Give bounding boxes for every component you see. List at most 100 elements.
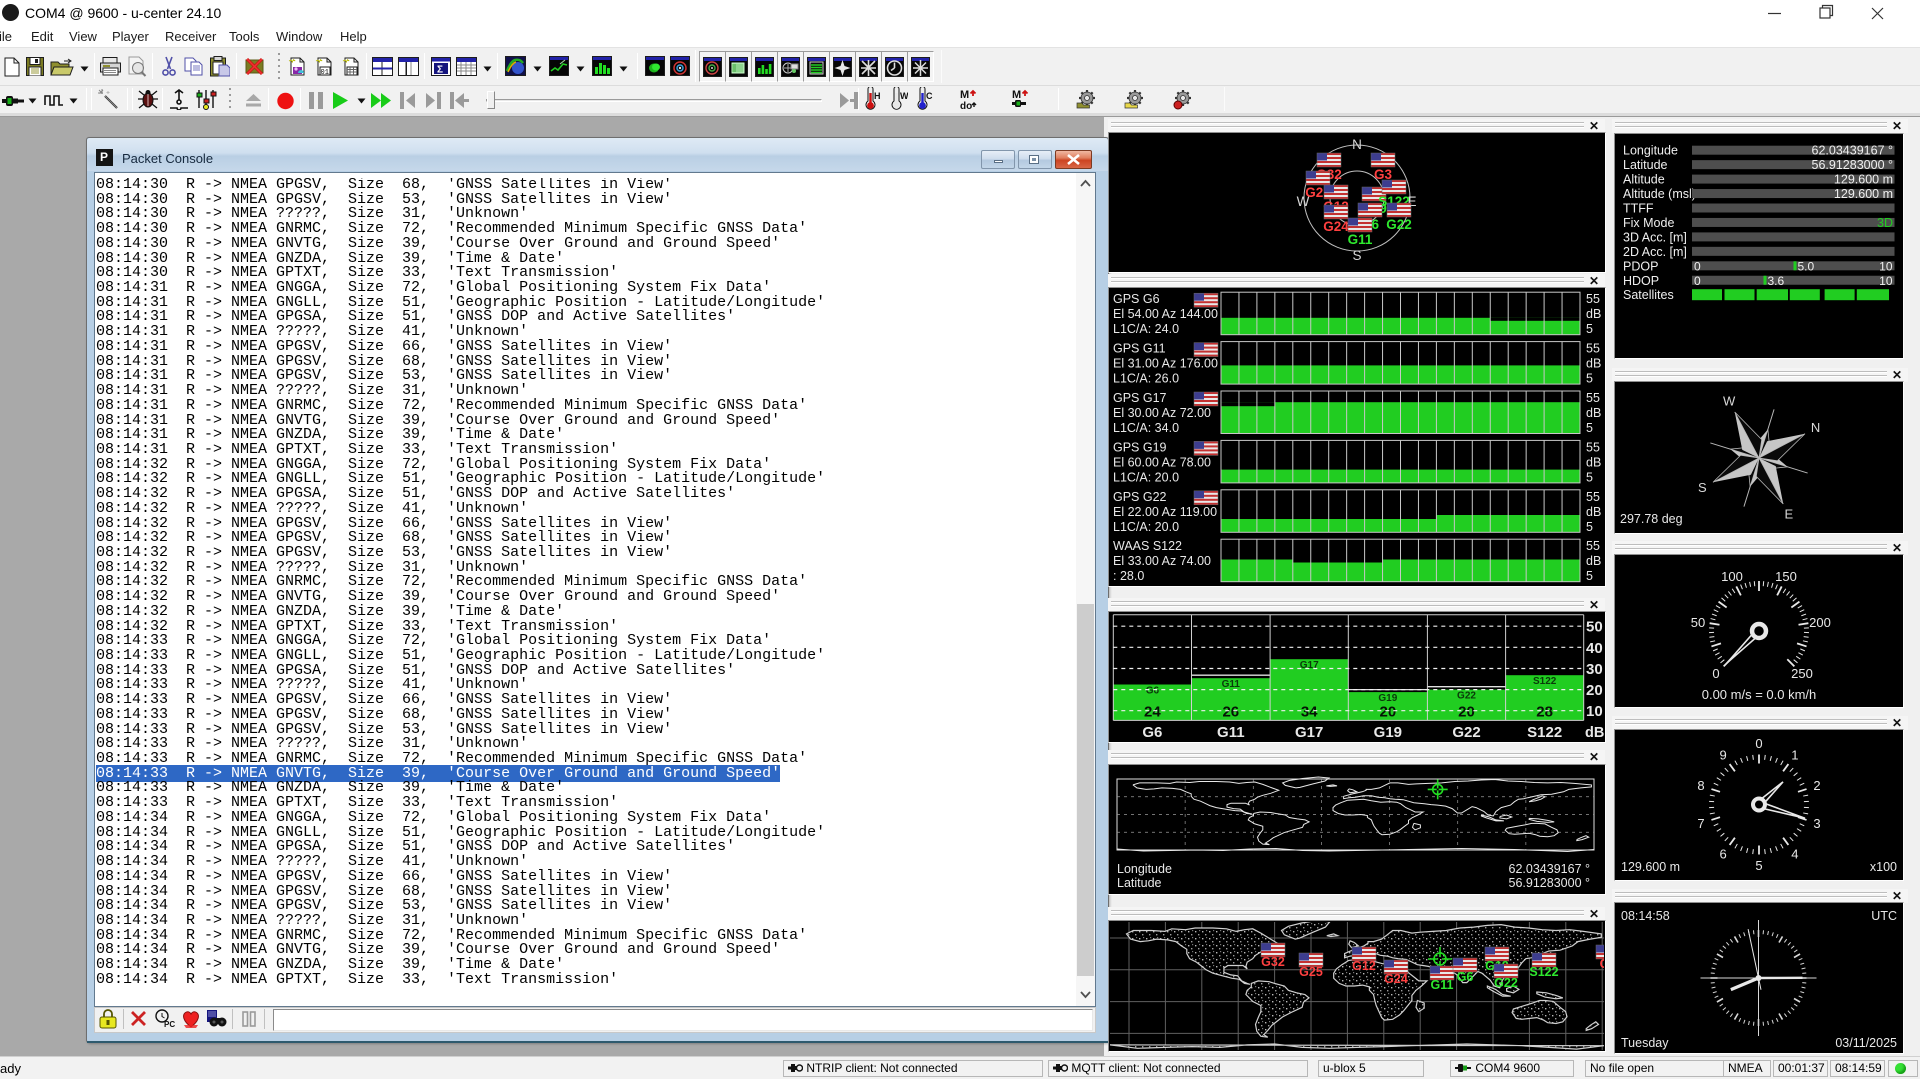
svg-text:30: 30	[1586, 661, 1603, 678]
svg-text:Longitude: Longitude	[1117, 862, 1172, 876]
svg-text:G6: G6	[1142, 724, 1162, 741]
svg-text:El 60.00 Az 78.00: El 60.00 Az 78.00	[1113, 455, 1211, 469]
svg-text:5: 5	[1586, 470, 1593, 484]
svg-text:55: 55	[1586, 440, 1600, 454]
svg-text:G22: G22	[1452, 724, 1480, 741]
svg-text:3: 3	[1813, 816, 1820, 831]
svg-text:129.600 m: 129.600 m	[1834, 187, 1893, 201]
svg-text:10: 10	[1879, 259, 1893, 273]
svg-text:L1C/A: 20.0: L1C/A: 20.0	[1113, 520, 1179, 534]
svg-text:dB: dB	[1586, 406, 1601, 420]
svg-text:55: 55	[1586, 292, 1600, 306]
svg-text:M: M	[1012, 89, 1021, 101]
svg-text:S: S	[1352, 248, 1361, 263]
svg-text:5: 5	[1586, 421, 1593, 435]
svg-text:El 30.00 Az 72.00: El 30.00 Az 72.00	[1113, 406, 1211, 420]
svg-text:0: 0	[1694, 259, 1701, 273]
svg-text:L1C/A: 20.0: L1C/A: 20.0	[1113, 470, 1179, 484]
svg-text:55: 55	[1586, 391, 1600, 405]
svg-text:S122: S122	[1529, 965, 1558, 979]
svg-text:20: 20	[1586, 682, 1603, 699]
svg-text:WAAS S122: WAAS S122	[1113, 539, 1182, 553]
svg-text:34: 34	[1301, 704, 1318, 721]
svg-text:3D: 3D	[1877, 216, 1893, 230]
svg-text:G22: G22	[1386, 217, 1412, 232]
svg-text:Latitude: Latitude	[1623, 158, 1668, 172]
svg-text:UTC: UTC	[1871, 909, 1897, 923]
svg-text:G11: G11	[1222, 679, 1241, 690]
svg-text:S: S	[1698, 480, 1707, 495]
svg-text:S122: S122	[1527, 724, 1562, 741]
svg-text:TTFF: TTFF	[1623, 202, 1654, 216]
svg-text:G11: G11	[1431, 978, 1454, 992]
svg-text:250: 250	[1791, 666, 1813, 681]
svg-text:5: 5	[1586, 569, 1593, 583]
svg-text:3.6: 3.6	[1768, 274, 1785, 288]
svg-text:20: 20	[1458, 704, 1475, 721]
svg-text:E: E	[1785, 507, 1794, 522]
svg-text:dB: dB	[1586, 307, 1601, 321]
svg-text:GPS G11: GPS G11	[1113, 342, 1166, 356]
svg-text:El 22.00 Az 119.00: El 22.00 Az 119.00	[1113, 505, 1217, 519]
svg-text:GPS G17: GPS G17	[1113, 391, 1167, 405]
svg-text:5: 5	[1755, 858, 1762, 873]
svg-text:L1C/A: 26.0: L1C/A: 26.0	[1113, 372, 1179, 386]
svg-text:50: 50	[1691, 615, 1705, 630]
svg-text:G11: G11	[1348, 232, 1373, 247]
svg-text:G17: G17	[1300, 660, 1319, 671]
svg-text:dB: dB	[1586, 455, 1601, 469]
svg-text:9: 9	[1720, 748, 1727, 763]
svg-text:4: 4	[1791, 846, 1798, 861]
svg-text:G22: G22	[1457, 691, 1476, 702]
svg-text:Fix Mode: Fix Mode	[1623, 216, 1674, 230]
svg-text:El 33.00 Az 74.00: El 33.00 Az 74.00	[1113, 554, 1211, 568]
svg-text:62.03439167 °: 62.03439167 °	[1509, 862, 1590, 876]
svg-text:W: W	[1723, 393, 1736, 408]
svg-text:GPS G6: GPS G6	[1113, 292, 1160, 306]
svg-text:26: 26	[1222, 704, 1239, 721]
svg-text:Longitude: Longitude	[1623, 144, 1678, 158]
svg-text:0: 0	[1755, 736, 1762, 751]
svg-text:S122: S122	[1533, 676, 1557, 687]
svg-text:L1C/A: 24.0: L1C/A: 24.0	[1113, 322, 1179, 336]
svg-text:2: 2	[1813, 778, 1820, 793]
svg-text:55: 55	[1586, 342, 1600, 356]
svg-text:100: 100	[1721, 569, 1743, 584]
svg-text:G24: G24	[1323, 219, 1349, 234]
svg-text:1: 1	[1791, 748, 1798, 763]
svg-text:08:14:58: 08:14:58	[1621, 909, 1670, 923]
svg-text:10: 10	[1586, 703, 1603, 720]
svg-text:G12: G12	[1352, 959, 1376, 973]
svg-text:3D Acc. [m]: 3D Acc. [m]	[1623, 230, 1687, 244]
svg-text:20: 20	[1380, 704, 1397, 721]
svg-text:Altitude: Altitude	[1623, 173, 1665, 187]
svg-text:0: 0	[1694, 274, 1701, 288]
svg-text:6: 6	[1720, 846, 1727, 861]
svg-text:Tuesday: Tuesday	[1621, 1036, 1669, 1050]
svg-text:G19: G19	[1378, 693, 1397, 704]
svg-text:56.91283000 °: 56.91283000 °	[1812, 158, 1893, 172]
svg-text:62.03439167 °: 62.03439167 °	[1812, 144, 1893, 158]
svg-text:PC: PC	[164, 1020, 175, 1029]
svg-text:5: 5	[1586, 372, 1593, 386]
svg-text:50: 50	[1586, 619, 1603, 636]
svg-text:dB: dB	[1586, 554, 1601, 568]
svg-text:Altitude (msl): Altitude (msl)	[1623, 187, 1696, 201]
svg-text:0: 0	[1712, 666, 1719, 681]
svg-text:C: C	[926, 91, 933, 101]
svg-text:W: W	[900, 91, 908, 101]
svg-text:N: N	[1352, 137, 1362, 152]
svg-text:129.600 m: 129.600 m	[1621, 860, 1680, 874]
svg-text:297.78 deg: 297.78 deg	[1620, 512, 1683, 526]
svg-text:2D Acc. [m]: 2D Acc. [m]	[1623, 245, 1687, 259]
svg-text:El 54.00 Az 144.00: El 54.00 Az 144.00	[1113, 307, 1218, 321]
svg-text:0.00 m/s = 0.0 km/h: 0.00 m/s = 0.0 km/h	[1702, 687, 1817, 702]
svg-text:150: 150	[1775, 569, 1797, 584]
svg-text:55: 55	[1586, 539, 1600, 553]
svg-text:: 28.0: : 28.0	[1113, 569, 1144, 583]
svg-text:5.0: 5.0	[1798, 259, 1815, 273]
svg-text:G3: G3	[1600, 957, 1604, 971]
svg-text:01: 01	[321, 69, 329, 77]
svg-text:GPS G22: GPS G22	[1113, 490, 1167, 504]
svg-text:40: 40	[1586, 640, 1603, 657]
